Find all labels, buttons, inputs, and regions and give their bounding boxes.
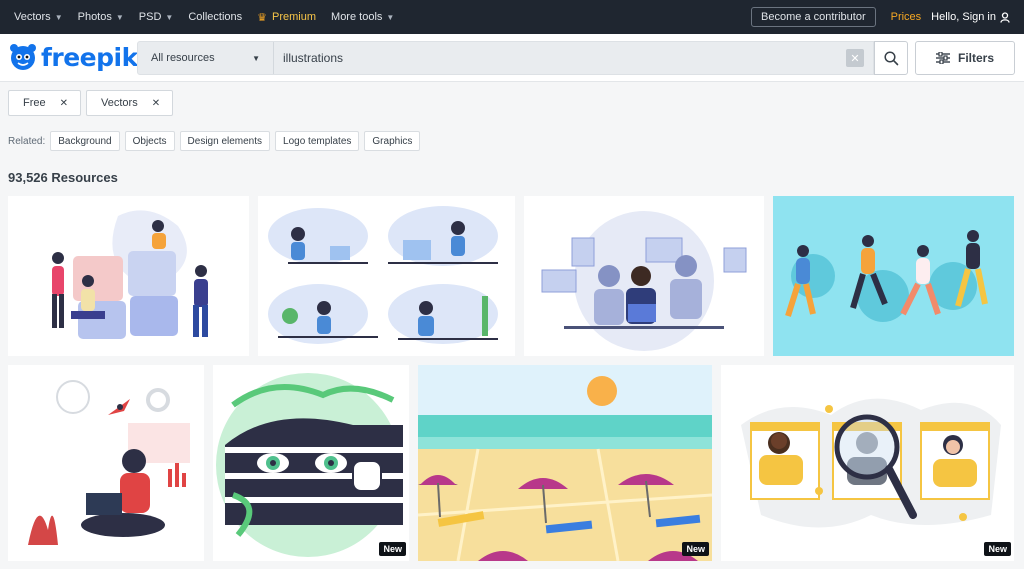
sliders-icon [935, 52, 950, 64]
nav-more-tools-label: More tools [331, 11, 383, 23]
filter-chip-free[interactable]: Free ✕ [8, 90, 82, 116]
close-icon: ✕ [850, 52, 860, 65]
nav-more-tools[interactable]: More tools ▼ [331, 11, 394, 23]
chevron-down-icon: ▼ [54, 12, 63, 22]
top-navigation: Vectors ▼ Photos ▼ PSD ▼ Collections ♛ Premi… [0, 0, 1024, 34]
resource-type-select[interactable]: All resources ▼ [138, 42, 274, 74]
woman-with-laptop-rocket-illustration [8, 365, 204, 561]
sign-in-link[interactable]: Hello, Sign in [931, 11, 1010, 23]
teamwork-puzzle-illustration [8, 196, 249, 356]
filter-chip-vectors[interactable]: Vectors ✕ [86, 90, 174, 116]
result-thumb-teamwork-puzzle[interactable] [8, 196, 249, 356]
logo-text: freepik [41, 42, 138, 72]
crown-icon: ♛ [257, 11, 268, 24]
chevron-down-icon: ▼ [252, 53, 260, 63]
related-tag-logo-templates[interactable]: Logo templates [275, 131, 360, 151]
result-thumb-beach[interactable]: New [418, 365, 712, 561]
result-thumb-woman-laptop[interactable] [8, 365, 204, 561]
nav-vectors[interactable]: Vectors ▼ [14, 11, 63, 23]
new-badge: New [984, 542, 1011, 556]
active-filters: Free ✕ Vectors ✕ [8, 90, 178, 116]
filters-label: Filters [957, 51, 994, 65]
related-tag-graphics[interactable]: Graphics [364, 131, 421, 151]
search-input[interactable] [274, 42, 846, 74]
nav-vectors-label: Vectors [14, 11, 51, 23]
nav-photos-label: Photos [77, 11, 112, 23]
user-icon [1000, 11, 1010, 23]
chevron-down-icon: ▼ [165, 12, 174, 22]
filters-button[interactable]: Filters [915, 41, 1015, 75]
prices-link[interactable]: Prices [891, 11, 922, 23]
chevron-down-icon: ▼ [115, 12, 124, 22]
nav-collections[interactable]: Collections [188, 11, 242, 23]
related-tags: Related: Background Objects Design eleme… [8, 131, 425, 151]
close-icon[interactable]: ✕ [60, 98, 68, 109]
result-thumb-people-working[interactable] [258, 196, 515, 356]
filter-chip-label: Vectors [101, 97, 138, 109]
results-count: 93,526 Resources [8, 170, 118, 185]
result-thumb-job-search[interactable]: New [721, 365, 1014, 561]
nav-collections-label: Collections [188, 11, 243, 23]
remote-video-call-illustration [524, 196, 764, 356]
nav-photos[interactable]: Photos ▼ [78, 11, 124, 23]
nav-psd-label: PSD [138, 11, 162, 23]
related-tag-objects[interactable]: Objects [124, 131, 175, 151]
result-thumb-remote-call[interactable] [524, 196, 764, 356]
search-button[interactable] [874, 41, 908, 75]
job-search-magnifier-illustration [721, 365, 1014, 561]
freepik-logo[interactable]: freepik [8, 42, 138, 72]
result-thumb-people-jumping[interactable] [773, 196, 1014, 356]
beach-umbrellas-illustration [418, 365, 712, 561]
new-badge: New [379, 542, 406, 556]
sign-in-label: Hello, Sign in [931, 11, 996, 23]
become-contributor-button[interactable]: Become a contributor [751, 7, 876, 27]
result-thumb-girl-leaves[interactable]: New [213, 365, 409, 561]
related-tag-design-elements[interactable]: Design elements [179, 131, 271, 151]
search-bar: All resources ▼ ✕ [137, 41, 874, 75]
people-working-at-desks-illustration [258, 196, 515, 356]
girl-peeking-through-leaves-illustration [213, 365, 409, 561]
chevron-down-icon: ▼ [386, 12, 395, 22]
new-badge: New [682, 542, 709, 556]
freepik-logo-icon [10, 44, 36, 70]
nav-premium[interactable]: ♛ Premium [257, 11, 316, 24]
people-jumping-celebration-illustration [773, 196, 1014, 356]
related-tag-background[interactable]: Background [50, 131, 120, 151]
resource-type-value: All resources [151, 52, 215, 64]
filter-chip-label: Free [23, 97, 46, 109]
search-header: freepik All resources ▼ ✕ Filters [0, 34, 1024, 82]
nav-premium-label: Premium [272, 11, 317, 23]
related-label: Related: [8, 135, 46, 147]
close-icon[interactable]: ✕ [152, 98, 160, 109]
clear-search-button[interactable]: ✕ [846, 49, 864, 67]
nav-psd[interactable]: PSD ▼ [139, 11, 174, 23]
search-icon [883, 50, 898, 65]
